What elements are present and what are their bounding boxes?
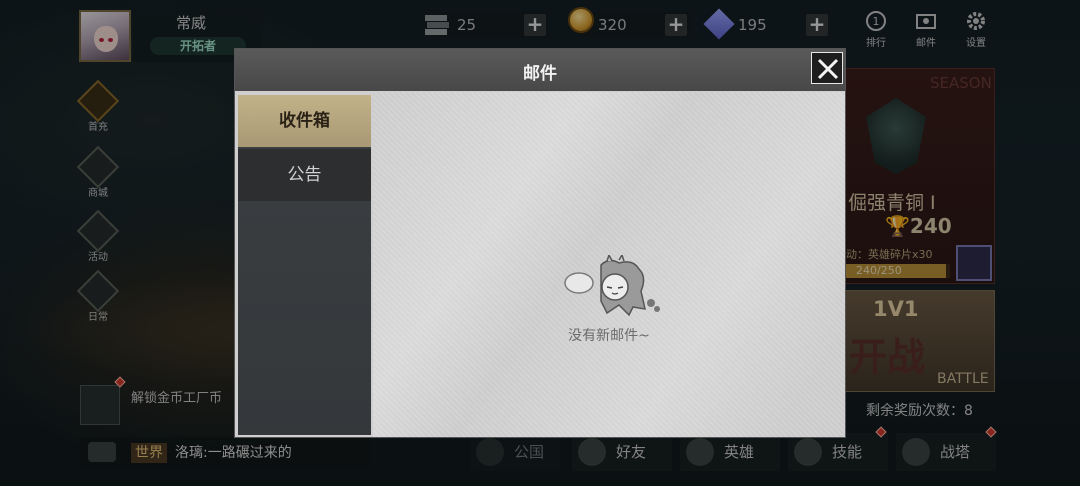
dialog-header: 邮件 xyxy=(235,49,845,91)
mail-dialog: 邮件 收件箱 公告 没有新邮件~ xyxy=(234,48,846,438)
tab-inbox[interactable]: 收件箱 xyxy=(238,95,371,147)
mail-list-area: 没有新邮件~ xyxy=(373,92,845,437)
close-icon xyxy=(817,58,839,80)
tab-announcements[interactable]: 公告 xyxy=(238,149,371,201)
mail-sidebar: 收件箱 公告 xyxy=(238,95,371,435)
empty-mailbox-mascot-icon xyxy=(564,255,660,317)
empty-state-message: 没有新邮件~ xyxy=(568,328,650,344)
dialog-title: 邮件 xyxy=(523,64,557,84)
close-button[interactable] xyxy=(811,52,843,84)
